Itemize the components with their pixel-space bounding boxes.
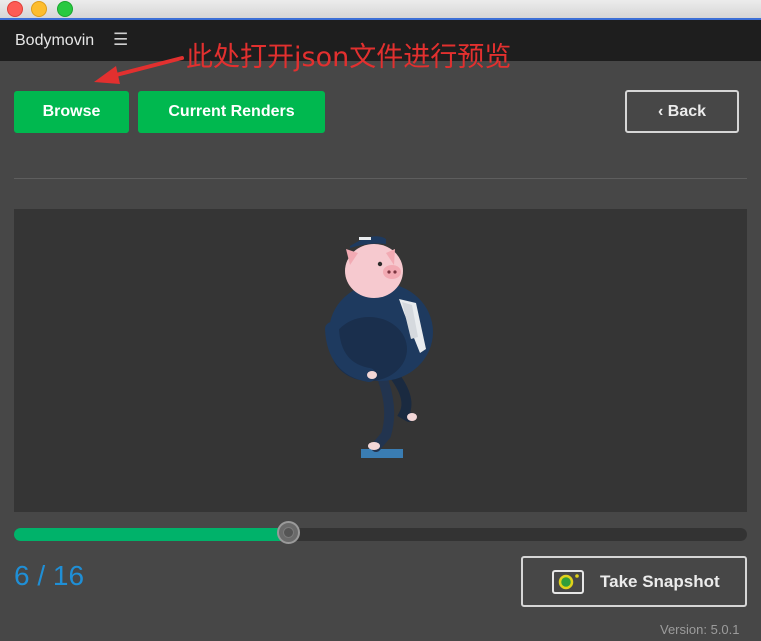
timeline-progress-fill xyxy=(14,528,289,541)
version-label: Version: 5.0.1 xyxy=(660,622,740,637)
current-renders-button[interactable]: Current Renders xyxy=(138,91,325,133)
zoom-window-button[interactable] xyxy=(57,1,73,17)
annotation-text: 此处打开json文件进行预览 xyxy=(186,42,512,73)
divider xyxy=(14,178,747,179)
timeline-slider-thumb[interactable] xyxy=(276,521,300,544)
close-window-button[interactable] xyxy=(7,1,23,17)
frame-counter: 6 / 16 xyxy=(14,560,85,591)
minimize-window-button[interactable] xyxy=(31,1,47,17)
app-title: Bodymovin xyxy=(15,32,95,49)
take-snapshot-label: Take Snapshot xyxy=(600,572,720,591)
browse-button[interactable]: Browse xyxy=(14,91,129,133)
back-button[interactable]: ‹ Back xyxy=(625,90,739,133)
window-titlebar xyxy=(0,0,761,20)
pig-character-animation xyxy=(325,236,433,458)
camera-icon xyxy=(552,570,584,594)
hamburger-menu-icon[interactable]: ☰ xyxy=(113,30,128,50)
annotation-arrow-icon xyxy=(94,56,184,84)
timeline-slider[interactable] xyxy=(14,521,747,544)
animation-preview xyxy=(14,209,747,512)
take-snapshot-button[interactable]: Take Snapshot xyxy=(521,556,747,607)
